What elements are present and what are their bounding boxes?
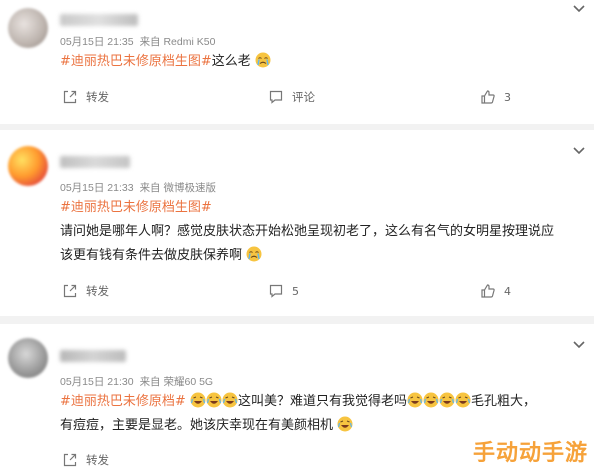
username-blurred[interactable] [60,14,138,26]
laughing-face-icon [455,392,471,408]
post-meta: 05月15日 21:30 来自 荣耀60 5G [60,374,219,389]
laughing-face-icon [190,392,206,408]
crying-face-icon [246,246,262,262]
like-button[interactable]: 4 [480,283,511,299]
post-date: 05月15日 21:35 [60,36,134,48]
comment-icon [269,90,283,104]
post-meta: 05月15日 21:35 来自 Redmi K50 [60,34,221,49]
username-blurred[interactable] [60,156,130,168]
section-separator [0,316,594,324]
chevron-down-icon[interactable] [570,2,588,16]
comment-body-line-1: #迪丽热巴未修原档# 这叫美？难道只有我觉得老吗 毛孔粗大， [60,391,536,413]
hashtag-link[interactable]: #迪丽热巴未修原档生图# [60,54,212,69]
laughing-face-icon [407,392,423,408]
like-button[interactable]: 3 [480,89,511,105]
avatar[interactable] [8,338,48,378]
comment-text-line: 该更有钱有条件去做皮肤保养啊 [60,248,243,263]
like-count: 3 [504,90,511,104]
comment-card-2: 05月15日 21:33 来自 微博极速版 #迪丽热巴未修原档生图# 请问她是哪年… [0,130,594,316]
post-source: 来自 微博极速版 [139,182,216,194]
comment-text: 毛孔粗大， [470,394,536,409]
post-date: 05月15日 21:33 [60,182,134,194]
repost-label: 转发 [86,453,109,467]
like-count: 4 [504,284,511,298]
site-watermark: 手动动手游 [472,441,588,466]
comment-text: 有痘痘，主要是显老。她该庆幸现在有美颜相机 [60,418,334,433]
comment-card-1: 05月15日 21:35 来自 Redmi K50 #迪丽热巴未修原档生图#这么老… [0,0,594,125]
hashtag-link[interactable]: #迪丽热巴未修原档# [60,394,186,409]
avatar[interactable] [8,8,48,48]
share-icon [63,90,77,104]
comment-body-line-2: 该更有钱有条件去做皮肤保养啊 [60,245,262,267]
comment-button[interactable]: 评论 [268,89,315,105]
action-bar: 转发 5 4 [0,283,594,303]
chevron-down-icon[interactable] [570,338,588,352]
laughing-face-icon [337,416,353,432]
thumbs-up-icon [481,284,495,298]
laughing-face-icon [423,392,439,408]
share-icon [63,453,77,467]
comment-count: 5 [292,284,299,298]
hashtag-link[interactable]: #迪丽热巴未修原档生图# [60,200,212,215]
thumbs-up-icon [481,90,495,104]
comment-body-line-1: 请问她是哪年人啊？感觉皮肤状态开始松弛呈现初老了，这么有名气的女明星按理说应 [60,221,554,243]
repost-label: 转发 [86,284,109,298]
comment-icon [269,284,283,298]
repost-button[interactable]: 转发 [62,89,109,105]
comment-body: 这么老 [211,54,251,69]
comment-text-line: 请问她是哪年人啊？感觉皮肤状态开始松弛呈现初老了，这么有名气的女明星按理说应 [60,224,555,239]
comment-text: #迪丽热巴未修原档生图#这么老 [60,51,271,73]
repost-button[interactable]: 转发 [62,283,109,299]
username-blurred[interactable] [60,350,126,362]
laughing-face-icon [206,392,222,408]
comment-body-line-2: 有痘痘，主要是显老。她该庆幸现在有美颜相机 [60,415,353,437]
laughing-face-icon [439,392,455,408]
repost-button[interactable]: 转发 [62,452,109,468]
avatar[interactable] [8,146,48,186]
action-bar: 转发 评论 3 [0,89,594,109]
crying-face-icon [255,52,271,68]
post-source: 来自 荣耀60 5G [139,376,214,388]
comment-button[interactable]: 5 [268,283,299,299]
post-source: 来自 Redmi K50 [139,36,216,48]
laughing-face-icon [222,392,238,408]
chevron-down-icon[interactable] [570,144,588,158]
comment-label: 评论 [292,90,315,104]
comment-text: 这叫美？难道只有我觉得老吗 [237,394,407,409]
post-meta: 05月15日 21:33 来自 微博极速版 [60,180,222,195]
hashtag-line: #迪丽热巴未修原档生图# [60,197,212,219]
share-icon [63,284,77,298]
repost-label: 转发 [86,90,109,104]
post-date: 05月15日 21:30 [60,376,134,388]
